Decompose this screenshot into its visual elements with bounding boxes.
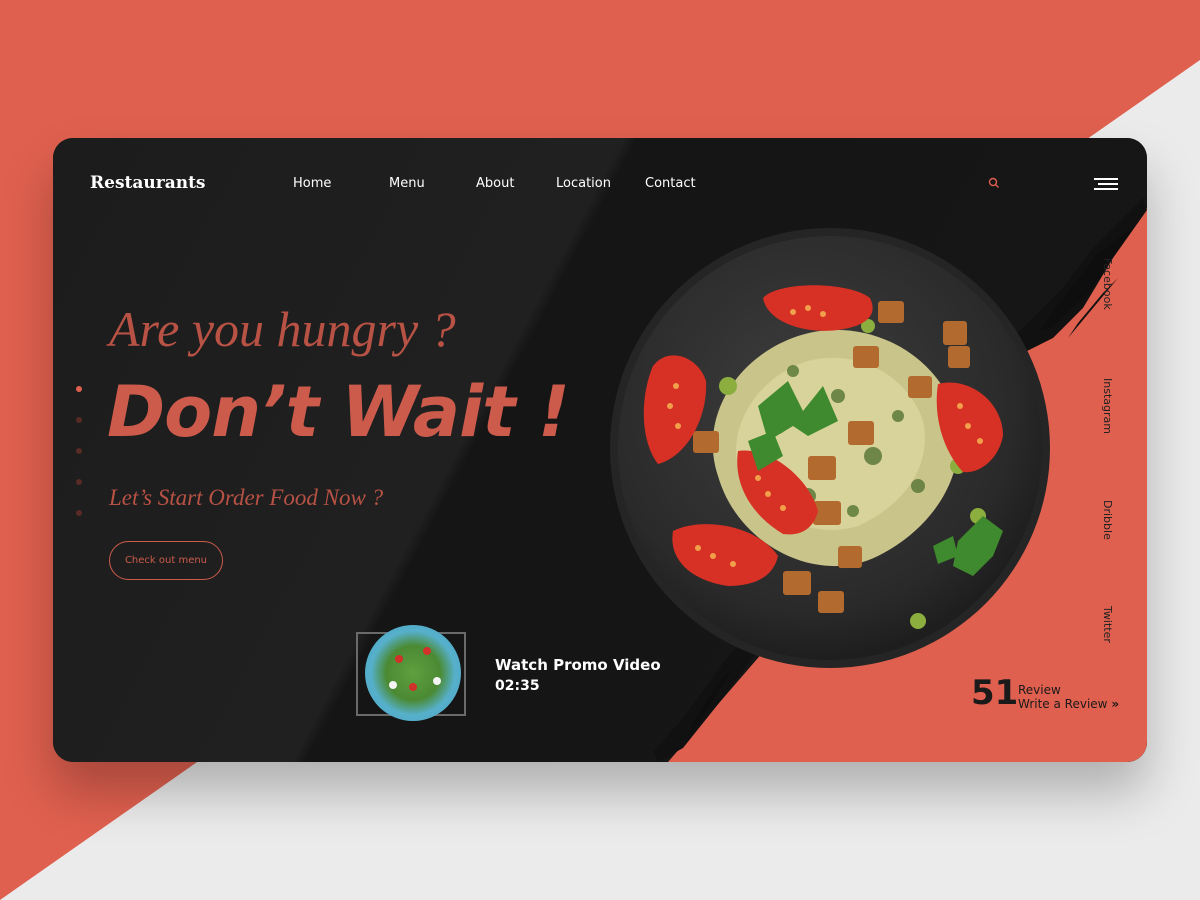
social-instagram[interactable]: Instagram xyxy=(1101,378,1114,434)
social-dribble[interactable]: Dribble xyxy=(1101,500,1114,540)
slide-dot[interactable] xyxy=(76,448,82,454)
social-twitter[interactable]: Twitter xyxy=(1101,606,1114,643)
top-navigation: Restaurants Home Menu About Location Con… xyxy=(53,138,1147,228)
nav-home[interactable]: Home xyxy=(293,176,331,191)
nav-menu[interactable]: Menu xyxy=(389,176,425,191)
hero-tagline: Are you hungry ? xyxy=(109,301,456,357)
video-duration: 02:35 xyxy=(495,678,540,694)
brand-logo[interactable]: Restaurants xyxy=(90,173,206,193)
double-chevron-right-icon: » xyxy=(1111,697,1120,711)
salad-plate-image xyxy=(610,228,1050,668)
salad-thumbnail-image xyxy=(365,625,461,721)
hero-subline: Let’s Start Order Food Now ? xyxy=(109,485,384,510)
slide-dot[interactable] xyxy=(76,479,82,485)
write-review-link[interactable]: Write a Review » xyxy=(1018,697,1119,711)
search-icon[interactable] xyxy=(988,177,1000,189)
hero-headline: Don’t Wait ! xyxy=(107,371,570,453)
nav-about[interactable]: About xyxy=(476,176,514,191)
write-review-label: Write a Review xyxy=(1018,697,1108,711)
hamburger-menu-icon[interactable] xyxy=(1094,178,1118,192)
nav-contact[interactable]: Contact xyxy=(645,176,696,191)
landing-card: Restaurants Home Menu About Location Con… xyxy=(53,138,1147,762)
review-count: 51 xyxy=(971,673,1019,713)
slide-indicator xyxy=(76,386,82,541)
promo-video-thumbnail[interactable] xyxy=(356,625,466,721)
review-label: Review xyxy=(1018,683,1061,697)
slide-dot[interactable] xyxy=(76,510,82,516)
social-facebook[interactable]: Facebook xyxy=(1101,258,1114,310)
nav-location[interactable]: Location xyxy=(556,176,611,191)
slide-dot[interactable] xyxy=(76,417,82,423)
slide-dot[interactable] xyxy=(76,386,82,392)
check-out-menu-button[interactable]: Check out menu xyxy=(109,541,223,580)
